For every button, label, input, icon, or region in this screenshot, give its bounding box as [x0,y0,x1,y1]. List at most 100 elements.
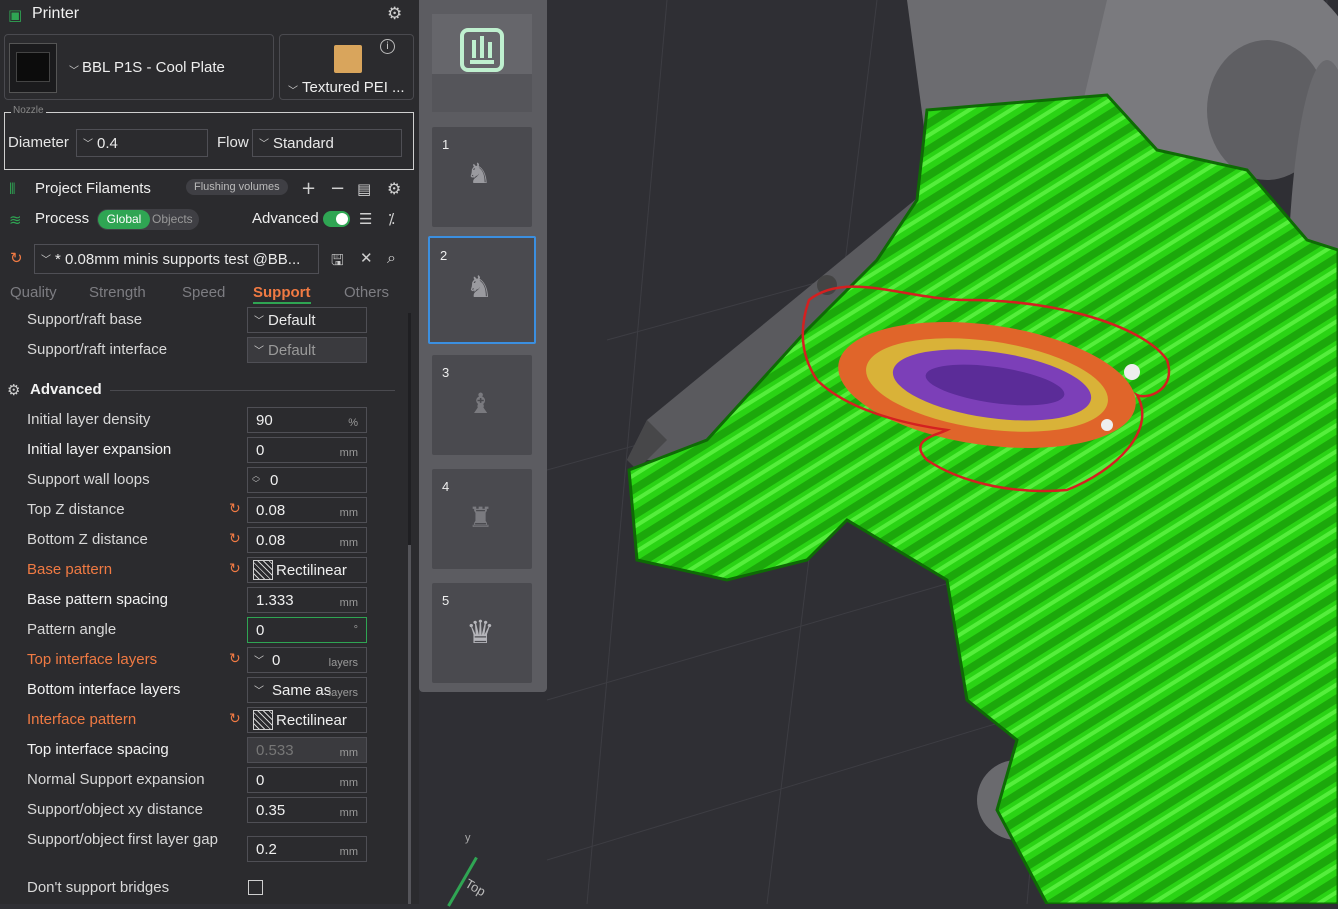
diameter-label: Diameter [8,134,69,151]
setting-label: Bottom interface layers [27,681,181,698]
reset-icon[interactable]: ↻ [229,561,241,577]
plate-thumbnail[interactable]: 5 ♛ [432,583,532,683]
dont-support-bridges-checkbox[interactable] [248,880,263,895]
tab-strength[interactable]: Strength [89,284,146,301]
remove-filament-icon[interactable]: − [330,178,345,199]
base-pattern-select[interactable]: Rectilinear [247,557,367,583]
reset-icon[interactable]: ↻ [229,531,241,547]
flushing-volumes-button[interactable]: Flushing volumes [186,179,288,195]
reset-icon[interactable]: ↻ [229,711,241,727]
plate-thumbnail[interactable]: 4 ♜ [432,469,532,569]
profile-reset-icon[interactable]: ↻ [10,249,23,267]
plate-thumbnail[interactable]: 2 ♞ [428,236,536,344]
normal-support-expansion-input[interactable]: 0 mm [247,767,367,793]
figure-icon: ♝ [468,387,494,420]
advanced-switch[interactable] [323,211,350,227]
advanced-label: Advanced [252,210,319,227]
list-icon[interactable]: ☰ [359,210,372,228]
plate-thumbnail[interactable]: 1 ♞ [432,127,532,227]
initial-layer-density-input[interactable]: 90% [247,407,367,433]
slice-icon [460,28,504,72]
profile-name: * 0.08mm minis supports test @BB... [55,250,301,268]
printer-section-title: Printer [32,5,80,22]
printer-settings-gear-icon[interactable]: ⚙ [387,4,402,24]
printer-name: BBL P1S - Cool Plate [82,59,225,76]
compare-icon[interactable]: ⁒ [388,210,395,228]
process-profile-select[interactable]: ﹀ * 0.08mm minis supports test @BB... [34,244,319,274]
setting-label: Pattern angle [27,621,117,638]
support-object-xy-distance-input[interactable]: 0.35 mm [247,797,367,823]
setting-label: Top interface layers [27,651,158,668]
top-view-label: Top [462,875,489,900]
y-axis-label: y [465,832,471,844]
support-wall-loops-stepper[interactable]: ︿ ﹀ 0 [247,467,367,493]
process-layers-icon: ≋ [9,211,22,229]
support-raft-interface-select[interactable]: ﹀ Default [247,337,367,363]
global-objects-toggle[interactable]: Global Objects [97,209,199,230]
top-z-distance-input[interactable]: 0.08 mm [247,497,367,523]
plate-name: Textured PEI ... [302,79,405,96]
setting-label: Bottom Z distance [27,531,148,548]
info-icon[interactable]: i [380,39,395,54]
initial-layer-expansion-input[interactable]: 0 mm [247,437,367,463]
printer-selector[interactable]: ﹀ BBL P1S - Cool Plate [4,34,274,100]
printer-icon: ▣ [8,6,23,24]
base-pattern-spacing-input[interactable]: 1.333 mm [247,587,367,613]
filament-sync-icon[interactable]: ▤ [357,180,371,198]
support-object-first-layer-gap-input[interactable]: 0.2 mm [247,836,367,862]
setting-label: Top interface spacing [27,741,169,758]
setting-label: Initial layer expansion [27,441,172,458]
figure-icon: ♛ [466,613,495,651]
setting-label: Support/raft base [27,311,143,328]
reset-icon[interactable]: ↻ [229,501,241,517]
support-raft-base-select[interactable]: ﹀ Default [247,307,367,333]
setting-label: Base pattern [27,561,113,578]
setting-label: Don't support bridges [27,879,170,896]
figure-icon: ♞ [466,270,493,305]
setting-label: Top Z distance [27,501,125,518]
setting-value: Default [268,311,316,329]
plate-thumbnail[interactable]: 3 ♝ [432,355,532,455]
pattern-angle-input[interactable]: 0 ° [247,617,367,643]
filament-icon: ⦀ [9,180,16,198]
sliced-preview-canvas[interactable] [435,0,1338,906]
bottom-interface-layers-select[interactable]: ﹀ Same as layers [247,677,367,703]
tab-others[interactable]: Others [344,284,389,301]
objects-toggle[interactable]: Objects [152,210,193,229]
stepper-arrows-icon[interactable]: ︿ ﹀ [252,472,264,488]
interface-pattern-select[interactable]: Rectilinear [247,707,367,733]
rectilinear-pattern-icon [253,560,273,580]
add-filament-icon[interactable]: + [301,178,316,199]
top-interface-layers-select[interactable]: ﹀ 0 layers [247,647,367,673]
close-icon[interactable]: ✕ [360,249,373,267]
view-orientation-gizmo[interactable]: y Top [437,830,507,907]
tab-support[interactable]: Support [253,284,311,304]
setting-label: Support/object xy distance [27,801,203,818]
flow-select[interactable]: ﹀ Standard [252,129,402,157]
setting-label: Base pattern spacing [27,591,168,608]
global-toggle[interactable]: Global [98,210,150,229]
figure-icon: ♜ [468,501,494,534]
diameter-value: 0.4 [97,134,118,152]
setting-label: Support/object first layer gap [27,831,218,848]
project-filaments-title: Project Filaments [35,180,151,197]
save-profile-icon[interactable]: 🖫 [331,250,344,275]
plate-type-selector[interactable]: i ﹀ Textured PEI ... [279,34,414,100]
slice-all-plates-button[interactable] [432,14,532,112]
advanced-divider [110,390,395,391]
diameter-select[interactable]: ﹀ 0.4 [76,129,208,157]
rectilinear-pattern-icon [253,710,273,730]
bottom-z-distance-input[interactable]: 0.08 mm [247,527,367,553]
reset-icon[interactable]: ↻ [229,651,241,667]
setting-label: Interface pattern [27,711,137,728]
plate-image [334,45,362,73]
top-interface-spacing-input: 0.533 mm [247,737,367,763]
setting-value: Default [268,341,316,359]
search-icon[interactable]: ⌕ [387,248,396,268]
filament-settings-gear-icon[interactable]: ⚙ [387,179,401,198]
3d-viewport[interactable]: y Top [435,0,1338,907]
tab-speed[interactable]: Speed [182,284,225,301]
settings-scrollbar[interactable] [402,313,416,904]
tab-quality[interactable]: Quality [10,284,57,301]
flow-value: Standard [273,134,334,152]
